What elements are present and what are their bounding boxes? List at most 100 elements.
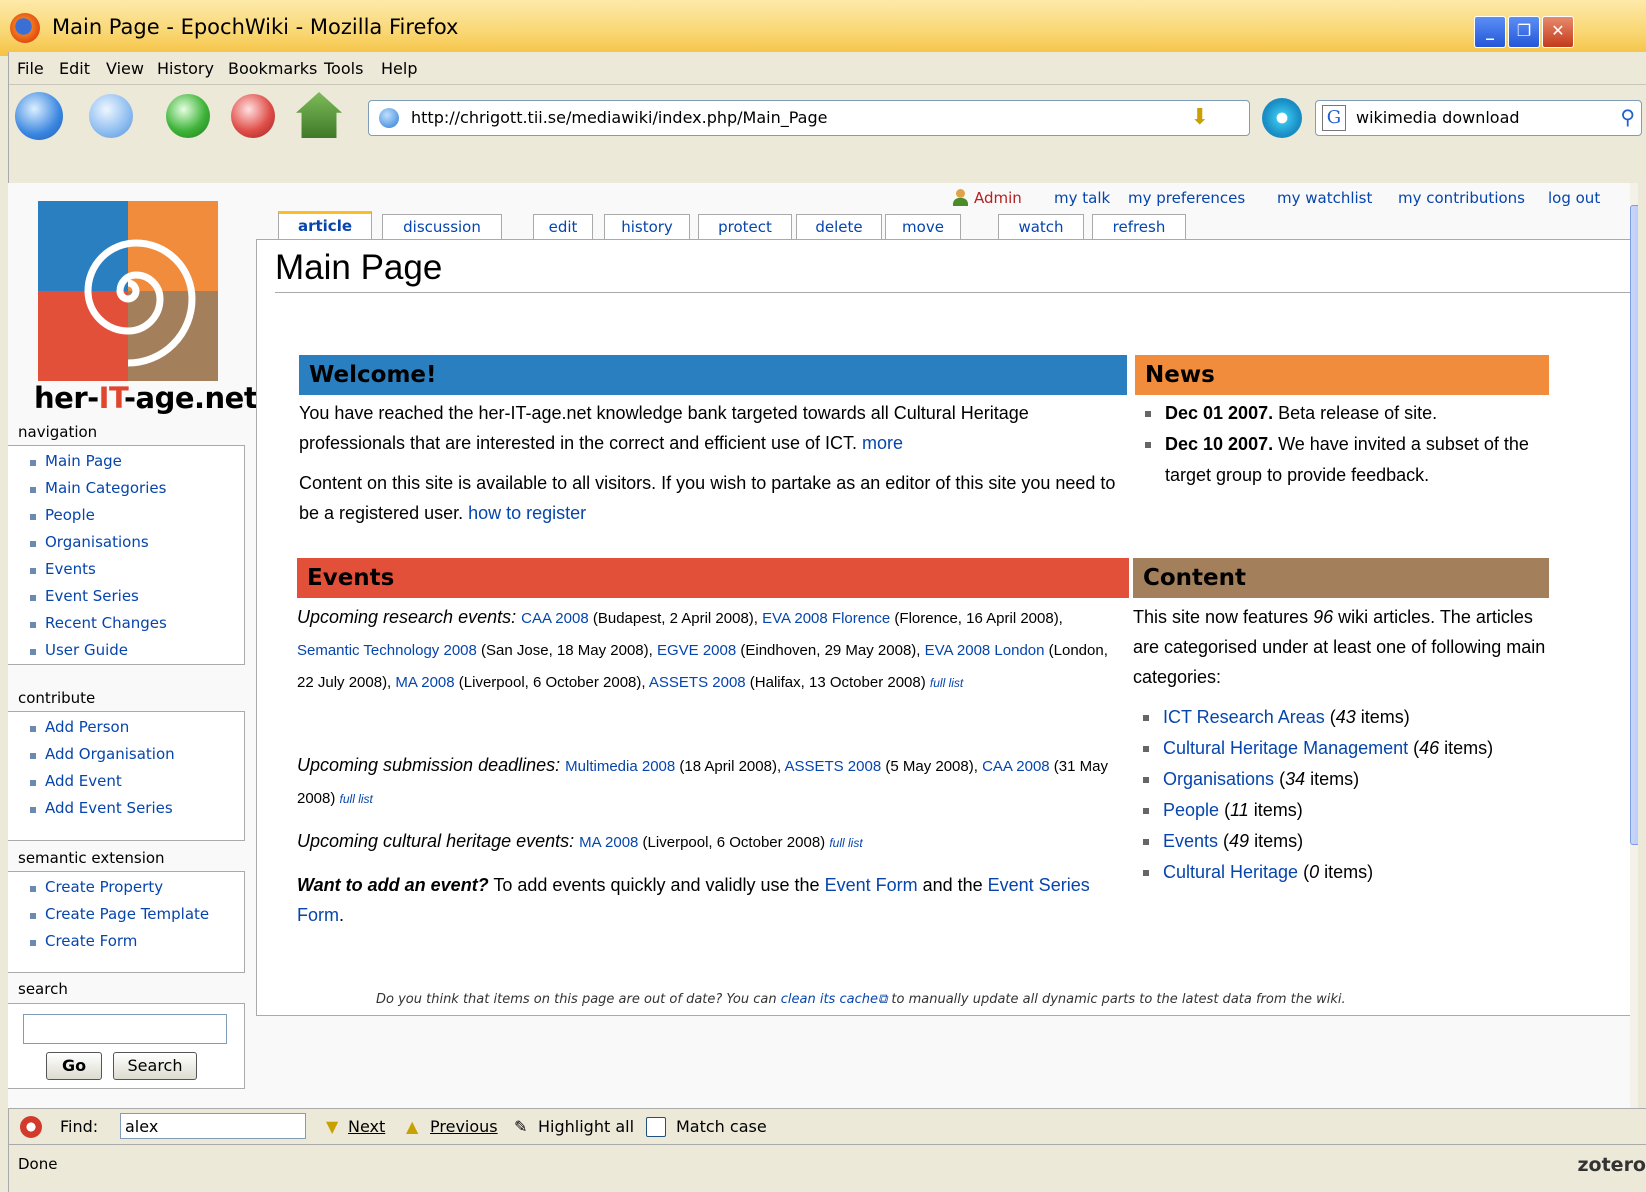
add-person-link[interactable]: Add Person: [30, 718, 244, 745]
tab-history[interactable]: history: [604, 214, 690, 241]
event-link[interactable]: EVA 2008 London: [925, 642, 1045, 659]
clean-cache-link[interactable]: clean its cache: [781, 992, 878, 1007]
how-to-register-link[interactable]: how to register: [468, 503, 586, 523]
stop-icon[interactable]: [231, 94, 275, 138]
menu-view[interactable]: View: [106, 59, 144, 78]
search-button[interactable]: Search: [113, 1052, 197, 1080]
nav-people[interactable]: People: [30, 506, 244, 533]
add-organisation-link[interactable]: Add Organisation: [30, 745, 244, 772]
submission-deadlines: Upcoming submission deadlines: Multimedi…: [297, 750, 1119, 814]
zotero-icon[interactable]: zotero: [1577, 1154, 1646, 1176]
scrollbar-thumb[interactable]: [1630, 205, 1638, 845]
browser-window: Main Page - EpochWiki - Mozilla Firefox …: [0, 0, 1646, 1192]
tab-delete[interactable]: delete: [796, 214, 882, 241]
nav-events[interactable]: Events: [30, 560, 244, 587]
category-link[interactable]: Cultural Heritage Management: [1163, 738, 1408, 758]
close-button[interactable]: ✕: [1542, 16, 1574, 48]
news-list: Dec 01 2007. Beta release of site. Dec 1…: [1135, 398, 1547, 491]
nav-main-categories[interactable]: Main Categories: [30, 479, 244, 506]
tab-watch[interactable]: watch: [998, 214, 1084, 241]
event-link[interactable]: MA 2008: [395, 674, 454, 691]
create-page-template-link[interactable]: Create Page Template: [30, 905, 244, 932]
menu-help[interactable]: Help: [381, 59, 417, 78]
forward-icon[interactable]: [89, 94, 133, 138]
category-link[interactable]: Cultural Heritage: [1163, 862, 1298, 882]
close-find-icon[interactable]: [20, 1116, 42, 1138]
event-link[interactable]: EGVE 2008: [657, 642, 736, 659]
create-property-link[interactable]: Create Property: [30, 878, 244, 905]
event-link[interactable]: Semantic Technology 2008: [297, 642, 477, 659]
event-form-link[interactable]: Event Form: [825, 875, 918, 895]
category-count: 0: [1309, 862, 1320, 882]
event-link[interactable]: CAA 2008: [982, 758, 1050, 775]
nav-recent-changes[interactable]: Recent Changes: [30, 614, 244, 641]
news-item: Dec 10 2007. We have invited a subset of…: [1135, 429, 1547, 491]
tab-edit[interactable]: edit: [533, 214, 593, 241]
menu-edit[interactable]: Edit: [59, 59, 90, 78]
wiki-search-input[interactable]: [23, 1014, 227, 1044]
google-icon: G: [1322, 105, 1346, 131]
menu-history[interactable]: History: [157, 59, 214, 78]
full-list-link[interactable]: full list: [340, 792, 373, 806]
reload-icon[interactable]: [166, 94, 210, 138]
find-label: Find:: [60, 1117, 99, 1136]
nav-user-guide[interactable]: User Guide: [30, 641, 244, 668]
personal-log-out[interactable]: log out: [1548, 189, 1600, 207]
nav-event-series[interactable]: Event Series: [30, 587, 244, 614]
event-link[interactable]: Multimedia 2008: [565, 758, 675, 775]
go-icon[interactable]: [1262, 98, 1302, 138]
match-case-label[interactable]: Match case: [676, 1117, 767, 1136]
personal-my-contributions[interactable]: my contributions: [1398, 189, 1525, 207]
back-icon[interactable]: [15, 92, 63, 140]
web-search-field[interactable]: G wikimedia download ⚲: [1315, 100, 1642, 136]
more-link[interactable]: more: [862, 433, 903, 453]
category-link[interactable]: People: [1163, 800, 1219, 820]
title-bar: Main Page - EpochWiki - Mozilla Firefox …: [0, 0, 1646, 56]
find-previous-button[interactable]: Previous: [430, 1117, 498, 1136]
match-case-checkbox[interactable]: [646, 1117, 666, 1137]
nav-main-page[interactable]: Main Page: [30, 452, 244, 479]
site-logo[interactable]: [38, 201, 218, 381]
go-button[interactable]: Go: [46, 1052, 102, 1080]
event-link[interactable]: ASSETS 2008: [784, 758, 881, 775]
category-link[interactable]: Organisations: [1163, 769, 1274, 789]
category-link[interactable]: Events: [1163, 831, 1218, 851]
menu-file[interactable]: File: [17, 59, 44, 78]
personal-my-talk[interactable]: my talk: [1054, 189, 1110, 207]
search-icon[interactable]: ⚲: [1620, 105, 1635, 129]
full-list-link[interactable]: full list: [930, 676, 963, 690]
dropdown-arrow-icon[interactable]: ⬇: [1191, 105, 1209, 130]
event-link[interactable]: ASSETS 2008: [649, 674, 746, 691]
tab-protect[interactable]: protect: [698, 214, 792, 241]
heritage-events: Upcoming cultural heritage events: MA 20…: [297, 826, 1119, 858]
home-icon[interactable]: [296, 92, 342, 138]
address-bar[interactable]: http://chrigott.tii.se/mediawiki/index.p…: [368, 100, 1250, 136]
tab-refresh[interactable]: refresh: [1092, 214, 1186, 241]
event-link[interactable]: MA 2008: [579, 834, 638, 851]
welcome-paragraph-1: You have reached the her-IT-age.net know…: [299, 403, 1029, 453]
tab-discussion[interactable]: discussion: [382, 214, 502, 241]
personal-my-watchlist[interactable]: my watchlist: [1277, 189, 1372, 207]
category-link[interactable]: ICT Research Areas: [1163, 707, 1325, 727]
highlight-all-button[interactable]: Highlight all: [538, 1117, 634, 1136]
tab-move[interactable]: move: [885, 214, 961, 241]
create-form-link[interactable]: Create Form: [30, 932, 244, 959]
add-event-series-link[interactable]: Add Event Series: [30, 799, 244, 826]
nav-organisations[interactable]: Organisations: [30, 533, 244, 560]
event-link[interactable]: CAA 2008: [521, 610, 589, 627]
find-next-button[interactable]: Next: [348, 1117, 385, 1136]
event-detail: (Liverpool, 6 October 2008),: [454, 674, 649, 691]
news-heading: News: [1135, 355, 1549, 395]
category-count: 11: [1230, 800, 1249, 820]
find-input[interactable]: [120, 1113, 306, 1139]
add-event-link[interactable]: Add Event: [30, 772, 244, 799]
menu-tools[interactable]: Tools: [324, 59, 363, 78]
maximize-button[interactable]: ❐: [1508, 16, 1540, 48]
personal-admin[interactable]: Admin: [974, 189, 1022, 207]
personal-my-preferences[interactable]: my preferences: [1128, 189, 1245, 207]
menu-bookmarks[interactable]: Bookmarks: [228, 59, 317, 78]
minimize-button[interactable]: _: [1474, 16, 1506, 48]
user-icon: [952, 189, 968, 207]
event-link[interactable]: EVA 2008 Florence: [762, 610, 890, 627]
full-list-link[interactable]: full list: [829, 836, 862, 850]
